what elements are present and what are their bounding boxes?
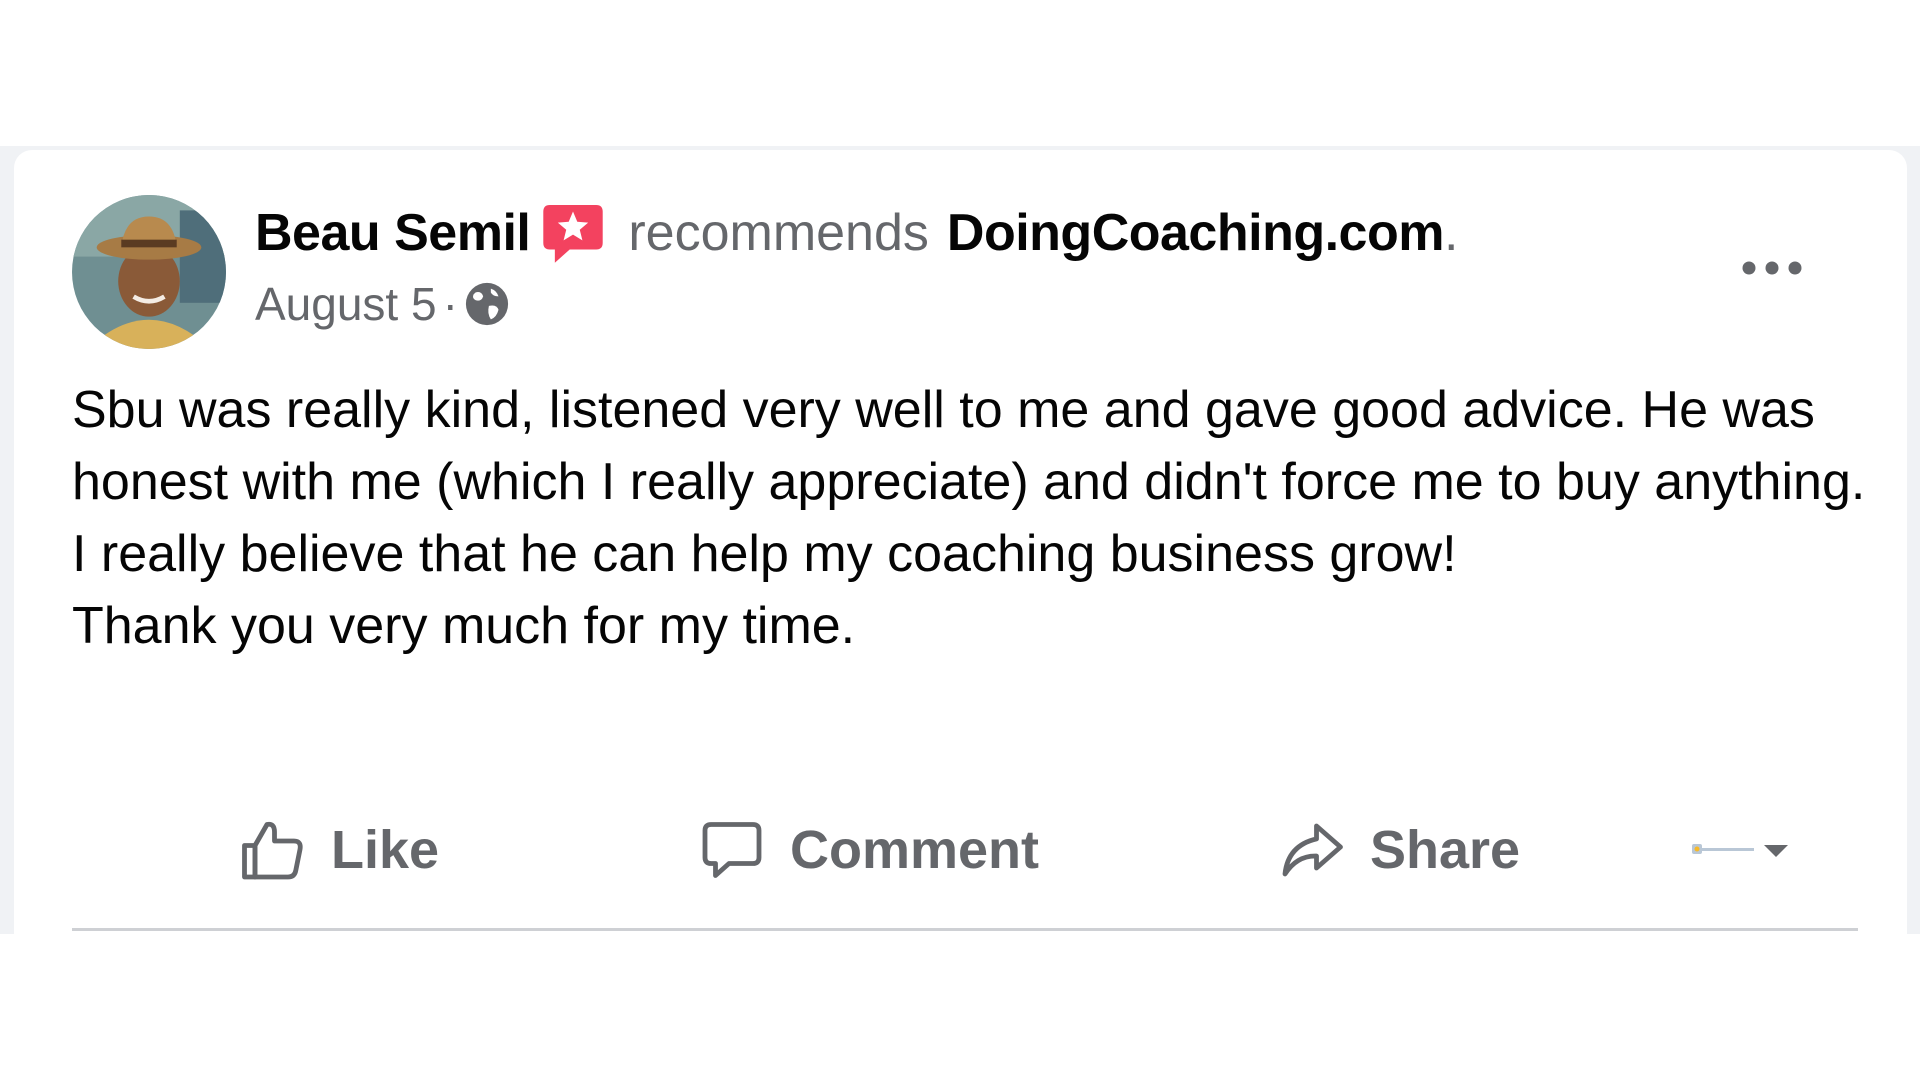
reaction-selector[interactable] [1690,825,1820,875]
more-options-button[interactable] [1732,238,1812,298]
chevron-down-icon [1764,845,1788,857]
recommend-star-icon [540,200,606,266]
share-arrow-icon [1282,823,1343,877]
post-date[interactable]: August 5 [255,277,437,331]
post-card: Beau Semil recommends DoingCoaching.com.… [14,150,1907,934]
author-name[interactable]: Beau Semil [255,203,531,263]
like-button[interactable]: Like [237,795,439,905]
share-button[interactable]: Share [1276,795,1520,905]
page-name-period: . [1443,204,1458,262]
comment-button[interactable]: Comment [696,795,1039,905]
page-name-link[interactable]: DoingCoaching.com [947,203,1445,263]
post-actions-bar: Like Comment Share [14,795,1907,905]
avatar-image [72,195,226,349]
share-label: Share [1370,820,1521,880]
post-header: Beau Semil recommends DoingCoaching.com. [255,198,1458,268]
divider [72,928,1858,931]
avatar[interactable] [72,195,226,349]
post-text-paragraph: I really believe that he can help my coa… [72,525,1457,583]
reaction-indicator-icon [1692,844,1754,854]
comment-bubble-icon [702,822,762,878]
post-text-paragraph: Thank you very much for my time. [72,597,856,655]
post-text-paragraph: Sbu was really kind, listened very well … [72,381,1866,511]
comment-label: Comment [790,820,1040,880]
post-meta: August 5 · [255,274,510,334]
globe-icon[interactable] [464,281,510,327]
like-label: Like [331,820,440,880]
thumbs-up-icon [242,821,303,880]
post-body: Sbu was really kind, listened very well … [72,374,1872,662]
meta-separator: · [442,278,458,330]
recommends-text: recommends [628,204,929,262]
more-options-icon [1742,261,1802,275]
